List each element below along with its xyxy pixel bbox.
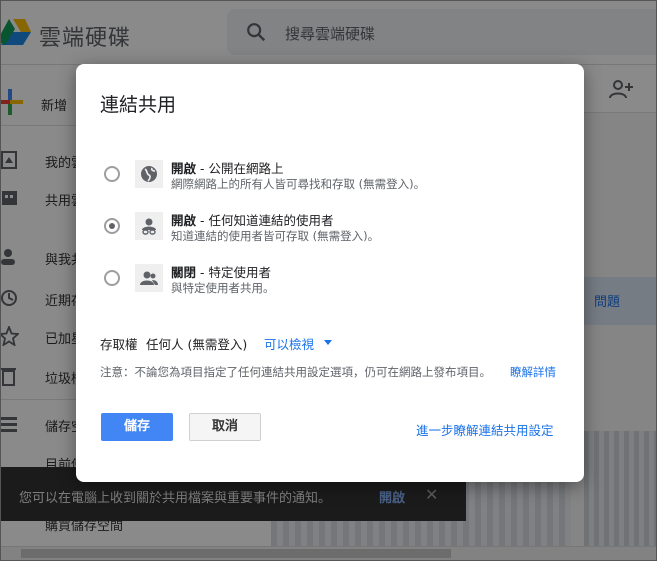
option-title: 開啟 - 公開在網路上	[171, 161, 284, 176]
globe-icon	[141, 166, 157, 182]
option-specific-people[interactable]: 關閉 - 特定使用者 與特定使用者共用。	[104, 260, 564, 300]
people-icon	[140, 271, 158, 285]
note-text: 注意：不論您為項目指定了任何連結共用設定選項，仍可在網路上發布項目。	[100, 365, 491, 379]
option-title: 關閉 - 特定使用者	[171, 265, 271, 280]
option-anyone-with-link[interactable]: 開啟 - 任何知道連結的使用者 知道連結的使用者皆可存取 (無需登入)。	[104, 208, 564, 248]
access-label: 存取權	[100, 337, 138, 352]
radio-anyone-with-link[interactable]	[104, 218, 120, 234]
access-level-dropdown[interactable]: 可以檢視	[264, 334, 314, 353]
radio-public-on-web[interactable]	[104, 166, 120, 182]
option-public-on-web[interactable]: 開啟 - 公開在網路上 網際網路上的所有人皆可尋找和存取 (無需登入)。	[104, 156, 564, 196]
learn-more-link[interactable]: 瞭解詳情	[510, 364, 556, 380]
people-icon-box	[135, 264, 163, 292]
learn-more-sharing-link[interactable]: 進一步瞭解連結共用設定	[416, 420, 554, 439]
cancel-button[interactable]: 取消	[189, 413, 261, 441]
option-description: 與特定使用者共用。	[171, 281, 275, 295]
screen: 雲端硬碟 搜尋雲端硬碟 新增 我的雲 共用雲 與我共 近期存 已加星 垃圾桶 儲…	[0, 0, 657, 561]
dialog-title: 連結共用	[100, 94, 177, 116]
radio-specific-people[interactable]	[104, 270, 120, 286]
chevron-down-icon[interactable]	[324, 340, 332, 345]
option-title: 開啟 - 任何知道連結的使用者	[171, 213, 334, 228]
link-user-icon-box	[135, 212, 163, 240]
save-button[interactable]: 儲存	[101, 413, 173, 441]
option-description: 網際網路上的所有人皆可尋找和存取 (無需登入)。	[171, 177, 426, 191]
link-user-icon	[142, 218, 156, 235]
globe-icon-box	[135, 160, 163, 188]
access-value: 任何人 (無需登入)	[146, 337, 248, 352]
option-description: 知道連結的使用者皆可存取 (無需登入)。	[171, 229, 380, 243]
link-sharing-dialog: 連結共用 開啟 - 公開在網路上 網際網路上的所有人皆可尋找和存取 (無需登入)…	[76, 64, 584, 482]
